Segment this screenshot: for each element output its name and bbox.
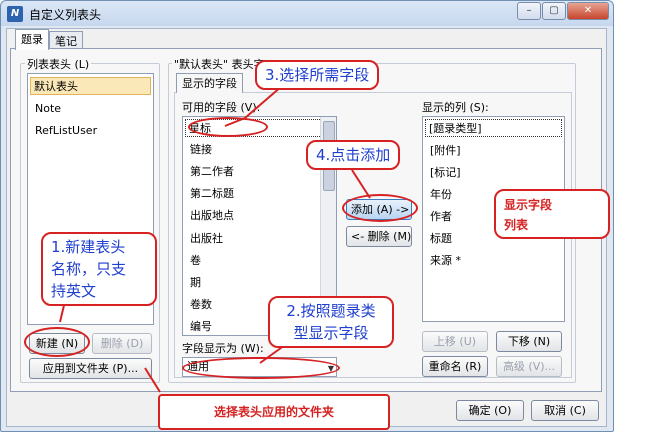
callout-by-type: 2.按照题录类 型显示字段 (268, 296, 394, 348)
move-up-button[interactable]: 上移 (U) (422, 331, 488, 352)
list-item[interactable]: RefListUser (32, 122, 100, 140)
list-item[interactable]: 出版社 (187, 230, 226, 248)
list-item[interactable]: 卷数 (187, 296, 215, 314)
tab-display-fields[interactable]: 显示的字段 (176, 73, 243, 93)
delete-button[interactable]: 删除 (D) (92, 333, 152, 354)
callout-apply-folder: 选择表头应用的文件夹 (158, 394, 390, 430)
list-item[interactable]: 出版地点 (187, 207, 237, 225)
list-item[interactable]: 第二标题 (187, 185, 237, 203)
callout-line: 显示字段 (504, 198, 553, 212)
apply-to-folder-button[interactable]: 应用到文件夹 (P)... (29, 358, 152, 379)
list-item[interactable]: 期 (187, 274, 204, 292)
callout-line: 1.新建表头 (51, 238, 126, 256)
list-item[interactable]: 第二作者 (187, 163, 237, 181)
highlight-ellipse (24, 327, 90, 357)
callout-line: 型显示字段 (293, 324, 369, 342)
move-down-button[interactable]: 下移 (N) (496, 331, 562, 352)
callout-line: 持英文 (51, 282, 97, 300)
advanced-button[interactable]: 高级 (V)... (496, 356, 562, 377)
list-item[interactable]: 编号 (187, 318, 215, 336)
list-item[interactable]: 卷 (187, 252, 204, 270)
available-fields-label: 可用的字段 (V): (182, 101, 261, 114)
list-item[interactable]: 标题 (427, 230, 455, 248)
list-item[interactable]: 年份 (427, 186, 455, 204)
highlight-ellipse (188, 117, 268, 137)
cancel-button[interactable]: 取消 (C) (531, 400, 599, 421)
rename-button[interactable]: 重命名 (R) (422, 356, 488, 377)
window-title: 自定义列表头 (29, 8, 102, 22)
ok-button[interactable]: 确定 (O) (456, 400, 524, 421)
callout-line: 名称，只支 (51, 260, 127, 278)
highlight-ellipse (342, 194, 418, 222)
display-columns-label: 显示的列 (S): (422, 101, 489, 114)
callout-click-add: 4.点击添加 (306, 140, 401, 170)
app-icon: N (7, 6, 23, 22)
list-item[interactable]: 来源 * (427, 252, 464, 270)
remove-button[interactable]: <- 删除 (M) (346, 226, 412, 247)
tab-records[interactable]: 题录 (15, 29, 49, 50)
field-display-as-label: 字段显示为 (W): (182, 342, 264, 355)
highlight-ellipse (182, 357, 340, 379)
default-header-label: "默认表头" 表头字 (172, 56, 267, 72)
callout-line: 2.按照题录类 (286, 302, 376, 320)
list-item[interactable]: Note (32, 100, 64, 118)
list-headers-label: 列表表头 (L) (25, 56, 92, 72)
list-item[interactable]: 作者 (427, 208, 455, 226)
callout-display-fields: 显示字段 列表 (494, 189, 610, 239)
callout-new-header: 1.新建表头 名称，只支 持英文 (41, 232, 157, 306)
list-item[interactable]: 链接 (187, 141, 215, 159)
minimize-button[interactable]: – (517, 2, 541, 20)
list-item[interactable]: [附件] (427, 142, 464, 160)
list-item[interactable]: [标记] (427, 164, 464, 182)
callout-line: 列表 (504, 218, 529, 232)
list-item[interactable]: 默认表头 (30, 77, 151, 95)
list-item[interactable]: [题录类型] (425, 119, 562, 137)
title-bar: N 自定义列表头 – ▢ ✕ (1, 1, 613, 26)
maximize-button[interactable]: ▢ (542, 2, 566, 20)
close-button[interactable]: ✕ (567, 2, 609, 20)
callout-select-fields: 3.选择所需字段 (255, 60, 380, 90)
